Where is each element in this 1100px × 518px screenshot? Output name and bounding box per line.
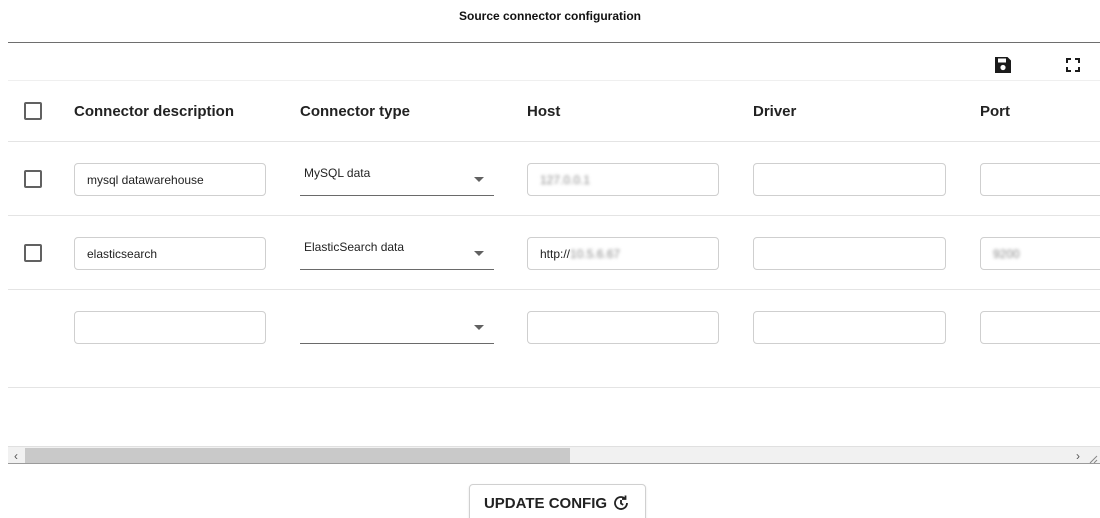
host-field[interactable]: http://10.5.6.67: [527, 237, 719, 270]
dropdown-arrow-icon: [474, 325, 484, 330]
resize-grip-icon[interactable]: [1088, 451, 1098, 464]
select-all-checkbox[interactable]: [24, 102, 42, 120]
connector-type-value: MySQL data: [304, 166, 371, 180]
port-field[interactable]: [980, 163, 1100, 196]
fullscreen-icon[interactable]: [1062, 54, 1084, 76]
row-checkbox[interactable]: [24, 244, 42, 262]
table-viewport: Connector description Connector type Hos…: [8, 80, 1100, 446]
dropdown-arrow-icon: [474, 177, 484, 182]
update-config-label: UPDATE CONFIG: [483, 494, 608, 512]
host-field[interactable]: 127.0.0.1: [527, 163, 719, 196]
connector-type-select[interactable]: ElasticSearch data: [300, 236, 494, 270]
connector-type-value: ElasticSearch data: [304, 240, 405, 254]
row-checkbox[interactable]: [24, 170, 42, 188]
column-header-port[interactable]: Port: [980, 103, 1010, 120]
column-header-description[interactable]: Connector description: [74, 103, 234, 120]
refresh-icon: [614, 495, 628, 510]
description-field[interactable]: elasticsearch: [74, 237, 266, 270]
description-field[interactable]: mysql datawarehouse: [74, 163, 266, 196]
scroll-right-arrow-icon[interactable]: ›: [1070, 447, 1086, 464]
horizontal-scrollbar[interactable]: ‹ ›: [8, 446, 1100, 464]
scrollbar-thumb[interactable]: [25, 448, 570, 463]
driver-field[interactable]: [753, 163, 946, 196]
save-icon[interactable]: [992, 54, 1014, 76]
page: Source connector configuration Connector…: [0, 0, 1100, 518]
table-row: mysql datawarehouse MySQL data 127.0.0.1: [8, 142, 1100, 216]
driver-field[interactable]: [753, 237, 946, 270]
table-row-new: [8, 290, 1100, 388]
port-field[interactable]: 9200: [980, 237, 1100, 270]
table-row: elasticsearch ElasticSearch data http://…: [8, 216, 1100, 290]
connector-type-select[interactable]: [300, 310, 494, 344]
port-field[interactable]: [980, 311, 1100, 344]
port-value: 9200: [993, 246, 1020, 261]
update-config-button[interactable]: UPDATE CONFIG: [469, 484, 646, 518]
scroll-left-arrow-icon[interactable]: ‹: [8, 447, 24, 464]
host-prefix: http://: [540, 246, 571, 261]
host-value: 10.5.6.67: [570, 246, 621, 261]
title-divider: [8, 42, 1100, 43]
connector-type-select[interactable]: MySQL data: [300, 162, 494, 196]
column-header-driver[interactable]: Driver: [753, 103, 796, 120]
column-header-type[interactable]: Connector type: [300, 103, 410, 120]
column-header-host[interactable]: Host: [527, 103, 560, 120]
page-title: Source connector configuration: [458, 9, 641, 23]
description-field[interactable]: [74, 311, 266, 344]
host-value: 127.0.0.1: [540, 172, 591, 187]
driver-field[interactable]: [753, 311, 946, 344]
host-field[interactable]: [527, 311, 719, 344]
dropdown-arrow-icon: [474, 251, 484, 256]
table-header-row: Connector description Connector type Hos…: [8, 80, 1100, 142]
